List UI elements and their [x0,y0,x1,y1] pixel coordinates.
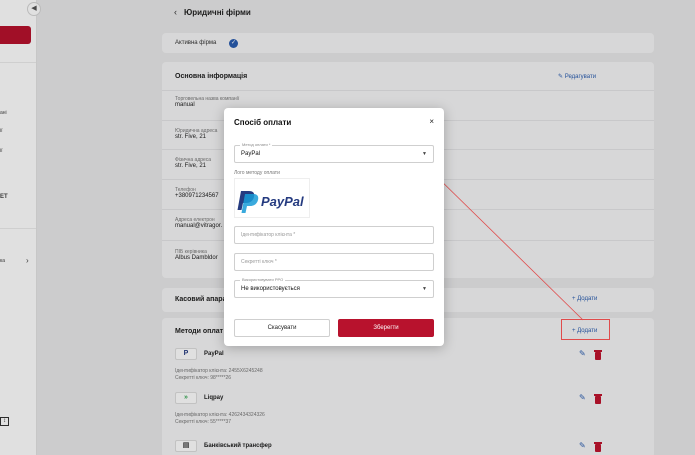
field-value: PayPal [241,151,261,157]
secret-key-input[interactable] [235,254,433,270]
logo-label: Лого методу оплати [234,170,280,176]
highlight-annotation [561,319,610,340]
caret-down-icon: ▼ [422,151,427,157]
payment-method-modal: Спосіб оплати × Метод оплати * PayPal ▼ … [224,108,444,346]
caret-down-icon: ▼ [422,286,427,292]
paypal-logo-icon: PayPal [237,191,304,213]
modal-title: Спосіб оплати [234,118,292,127]
client-id-input[interactable] [235,227,433,243]
cancel-button[interactable]: Скасувати [234,319,330,337]
field-label: Використовувати РРО [240,277,286,282]
field-value: Не використовується [241,286,300,292]
save-button[interactable]: Зберегти [338,319,434,337]
svg-text:PayPal: PayPal [261,194,304,209]
field-label: Метод оплати * [240,142,273,147]
payment-method-select[interactable]: Метод оплати * PayPal ▼ [234,142,434,163]
close-icon[interactable]: × [429,117,434,126]
secret-key-field[interactable] [234,253,434,271]
rro-select[interactable]: Використовувати РРО Не використовується … [234,277,434,298]
payment-method-logo[interactable]: PayPal [234,178,310,218]
client-id-field[interactable] [234,226,434,244]
